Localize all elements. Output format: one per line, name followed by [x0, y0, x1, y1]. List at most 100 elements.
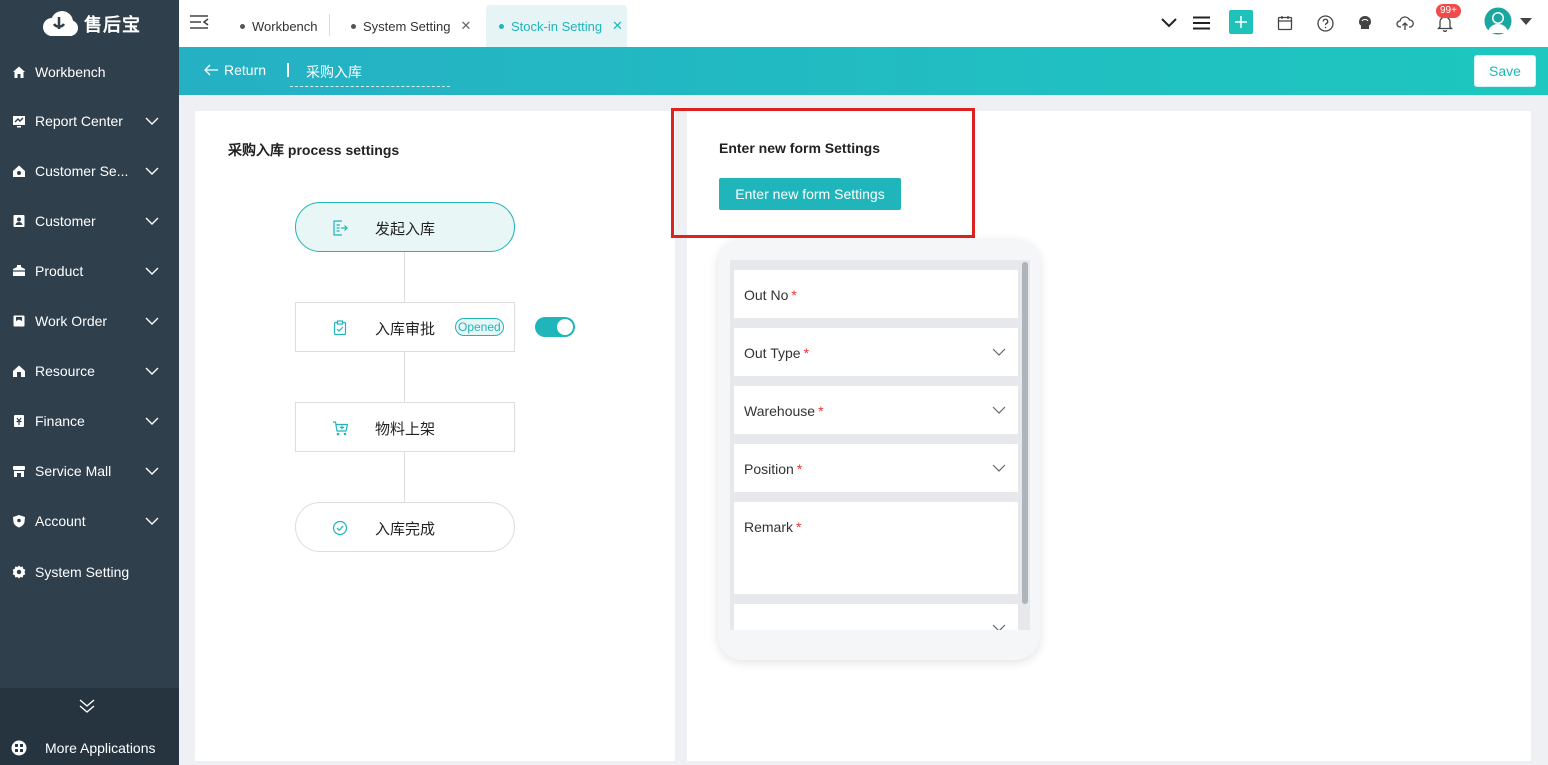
chevron-down-icon: [145, 217, 159, 225]
sidebar-item-label: Customer: [35, 213, 96, 229]
work-order-icon: [11, 313, 27, 329]
sidebar-item-account[interactable]: Account: [0, 501, 179, 541]
sidebar-item-report-center[interactable]: Report Center: [0, 101, 179, 141]
save-button[interactable]: Save: [1474, 55, 1536, 87]
sidebar-item-label: Customer Se...: [35, 163, 129, 179]
mall-icon: [11, 463, 27, 479]
field-label: Position *: [744, 461, 803, 477]
collapse-menu-button[interactable]: [78, 698, 96, 714]
help-icon: [1316, 14, 1334, 32]
add-button[interactable]: [1229, 10, 1253, 34]
tab-divider: [329, 14, 330, 36]
menu-fold-button[interactable]: [188, 11, 210, 33]
flow-node-shelving[interactable]: 物料上架: [295, 402, 515, 452]
required-mark: *: [803, 345, 810, 361]
calendar-button[interactable]: [1274, 12, 1296, 34]
required-mark: *: [796, 461, 803, 477]
tab-label: Stock-in Setting: [511, 18, 603, 34]
sidebar-item-label: Finance: [35, 413, 85, 429]
tab-workbench[interactable]: Workbench: [240, 5, 318, 47]
required-mark: *: [791, 287, 797, 303]
cart-icon: [332, 420, 349, 436]
cloud-logo-icon: [43, 10, 78, 36]
tab-label: Workbench: [252, 18, 318, 34]
caret-down-icon: [1520, 17, 1532, 25]
close-icon[interactable]: ✕: [612, 18, 623, 34]
sidebar-item-system-setting[interactable]: System Setting: [0, 552, 179, 592]
chevron-down-icon: [1161, 18, 1177, 28]
flow-node-label: 入库审批: [375, 320, 436, 338]
chevron-down-icon: [145, 167, 159, 175]
sidebar-item-label: Account: [35, 513, 86, 529]
field-partial[interactable]: [734, 604, 1018, 630]
sidebar: 售后宝 Workbench Report Center Customer Se.…: [0, 0, 179, 765]
tab-system-setting[interactable]: System Setting ✕: [351, 5, 471, 47]
flow-connector: [404, 452, 405, 502]
field-label: Out Type *: [744, 345, 810, 361]
report-icon: [11, 113, 27, 129]
field-warehouse[interactable]: Warehouse *: [734, 386, 1018, 434]
chevron-down-icon: [992, 464, 1006, 472]
sidebar-item-service-mall[interactable]: Service Mall: [0, 451, 179, 491]
header-divider: [287, 63, 289, 77]
user-avatar-icon: [1484, 7, 1512, 35]
cloud-upload-icon: [1396, 16, 1414, 30]
resource-icon: [11, 363, 27, 379]
tabs-dropdown-button[interactable]: [1158, 12, 1180, 34]
home-icon: [11, 64, 27, 80]
shield-icon: [11, 513, 27, 529]
sidebar-item-label: Resource: [35, 363, 95, 379]
preview-scrollbar[interactable]: [1022, 262, 1028, 604]
skin-button[interactable]: [1354, 12, 1376, 34]
chevron-down-icon: [145, 267, 159, 275]
highlight-annotation: [671, 108, 975, 238]
menu-button[interactable]: [1190, 12, 1212, 34]
sidebar-item-customer[interactable]: Customer: [0, 201, 179, 241]
toggle-knob: [557, 319, 573, 335]
sidebar-item-label: Product: [35, 263, 84, 279]
product-icon: [11, 263, 27, 279]
cloud-upload-button[interactable]: [1394, 12, 1416, 34]
logo[interactable]: 售后宝: [0, 0, 179, 47]
sidebar-item-label: Report Center: [35, 113, 123, 129]
flow-node-complete[interactable]: 入库完成: [295, 502, 515, 552]
field-position[interactable]: Position *: [734, 444, 1018, 492]
field-out-type[interactable]: Out Type *: [734, 328, 1018, 376]
chevron-down-icon: [145, 367, 159, 375]
sidebar-item-work-order[interactable]: Work Order: [0, 301, 179, 341]
sidebar-item-label: System Setting: [35, 564, 130, 580]
finance-icon: [11, 413, 27, 429]
sidebar-item-label: Work Order: [35, 313, 108, 329]
tab-stock-in-setting[interactable]: Stock-in Setting ✕: [486, 5, 627, 47]
sidebar-item-finance[interactable]: Finance: [0, 401, 179, 441]
tab-dot: [351, 23, 356, 29]
user-menu-dropdown[interactable]: [1519, 14, 1533, 28]
chevron-down-icon: [145, 417, 159, 425]
form-export-icon: [332, 220, 348, 236]
sidebar-item-customer-service[interactable]: Customer Se...: [0, 151, 179, 191]
return-button[interactable]: Return: [204, 62, 266, 78]
tab-dot: [240, 23, 245, 29]
skin-icon: [1359, 16, 1371, 29]
flow-node-approval[interactable]: 入库审批 Opened: [295, 302, 515, 352]
service-icon: [11, 163, 27, 179]
more-applications-button[interactable]: More Applications: [11, 740, 156, 756]
arrow-left-icon: [204, 64, 218, 76]
field-label: Out No *: [744, 287, 797, 303]
flow-node-start[interactable]: 发起入库: [295, 202, 515, 252]
sidebar-item-workbench[interactable]: Workbench: [0, 52, 179, 92]
help-button[interactable]: [1314, 12, 1336, 34]
add-icon: [1235, 16, 1247, 28]
clipboard-check-icon: [332, 320, 348, 336]
title-underline: [290, 86, 450, 87]
flow-connector: [404, 352, 405, 402]
sidebar-item-resource[interactable]: Resource: [0, 351, 179, 391]
sidebar-item-product[interactable]: Product: [0, 251, 179, 291]
close-icon[interactable]: ✕: [460, 18, 471, 34]
avatar[interactable]: [1484, 7, 1512, 35]
chevron-down-icon: [992, 348, 1006, 356]
flow-node-label: 物料上架: [375, 420, 436, 438]
field-out-no[interactable]: Out No *: [734, 270, 1018, 318]
field-remark[interactable]: Remark *: [734, 502, 1018, 594]
approval-toggle[interactable]: [535, 317, 575, 337]
